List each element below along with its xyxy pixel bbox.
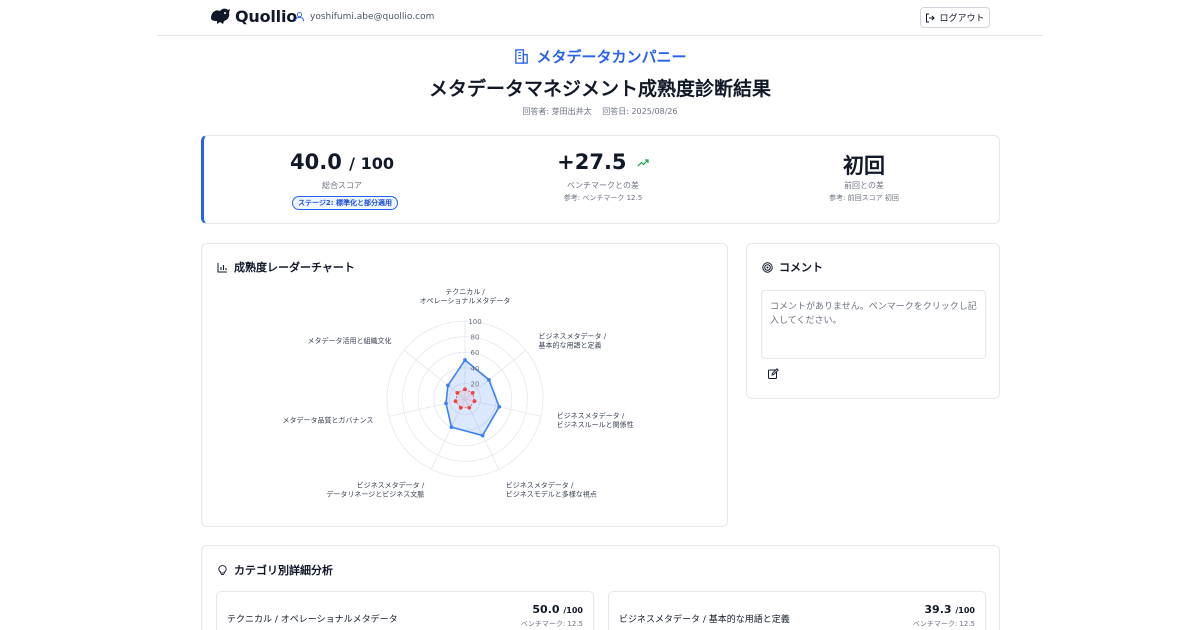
radar-point	[487, 377, 491, 382]
response-meta: 回答者: 芽田出井太 回答日: 2025/08/26	[0, 106, 1200, 117]
category-score: 50.0	[532, 603, 560, 616]
category-benchmark: ベンチマーク: 12.5	[912, 620, 975, 628]
quollio-logo[interactable]: Quollio	[209, 6, 297, 26]
category-item[interactable]: テクニカル / オペレーショナルメタデータ 50.0 /100 ベンチマーク: …	[216, 591, 594, 630]
radar-axis-label: メタデータ活用と組織文化	[308, 336, 392, 345]
radar-point	[458, 405, 463, 410]
target-icon	[762, 261, 773, 273]
user-info: yoshifumi.abe@quollio.com	[294, 11, 434, 22]
company-label: メタデータカンパニー	[536, 48, 687, 66]
radar-tick-label: 100	[468, 318, 481, 326]
radar-tick-label: 20	[471, 380, 480, 388]
comment-card: コメント コメントがありません。ペンマークをクリックし記入してください。	[746, 243, 1000, 399]
radar-axis-label-line: ビジネスメタデータ /	[506, 481, 574, 490]
total-score-label: 総合スコア	[322, 181, 362, 190]
category-benchmark: ベンチマーク: 12.5	[520, 620, 583, 628]
radar-axis-label-line: オペレーショナルメタデータ	[420, 296, 511, 305]
radar-point	[463, 387, 467, 392]
radar-axis-label: ビジネスメタデータ /ビジネスルールと関係性	[557, 411, 634, 429]
radar-axis-label-line: ビジネスルールと関係性	[557, 420, 634, 429]
radar-point	[446, 383, 450, 388]
page-title: メタデータマネジメント成熟度診断結果	[428, 78, 771, 100]
category-score-max: /100	[955, 606, 975, 615]
category-analysis-card: カテゴリ別詳細分析 テクニカル / オペレーショナルメタデータ 50.0 /10…	[201, 545, 1000, 630]
quollio-logo-icon	[211, 8, 230, 24]
total-score-max: / 100	[349, 154, 394, 173]
category-item[interactable]: ビジネスメタデータ / 基本的な用語と定義 39.3 /100 ベンチマーク: …	[608, 591, 986, 630]
respondent: 回答者: 芽田出井太	[522, 107, 592, 116]
radar-point	[444, 401, 448, 406]
total-score: 40.0 / 100 総合スコア ステージ2: 標準化と部分適用	[209, 136, 475, 225]
category-score-max: /100	[563, 606, 583, 615]
radar-axis-label-line: ビジネスメタデータ /	[357, 481, 425, 490]
radar-point	[480, 433, 485, 438]
edit-pen-icon[interactable]	[767, 368, 779, 380]
radar-point	[463, 358, 467, 362]
benchmark-diff: +27.5 ベンチマークとの差 参考: ベンチマーク 12.5	[470, 136, 736, 225]
radar-point	[453, 399, 458, 404]
previous-diff-label: 前回との差	[844, 181, 884, 190]
radar-axis-label: ビジネスメタデータ /基本的な用語と定義	[538, 331, 606, 349]
radar-axis-label-line: ビジネスメタデータ /	[557, 411, 625, 420]
logout-label: ログアウト	[939, 14, 985, 24]
radar-tick-label: 60	[471, 349, 480, 357]
comment-card-title: コメント	[779, 261, 823, 274]
radar-axis-label: ビジネスメタデータ /データリネージとビジネス文脈	[326, 481, 425, 499]
benchmark-ref: 参考: ベンチマーク 12.5	[563, 194, 643, 202]
radar-point	[470, 391, 475, 395]
category-name: ビジネスメタデータ / 基本的な用語と定義	[619, 615, 790, 625]
radar-point	[467, 405, 472, 410]
radar-axis-label-line: データリネージとビジネス文脈	[326, 490, 424, 499]
radar-axis-label: ビジネスメタデータ /ビジネスモデルと多様な視点	[506, 481, 597, 499]
benchmark-diff-label: ベンチマークとの差	[567, 181, 639, 190]
category-card-header: カテゴリ別詳細分析	[217, 562, 333, 578]
benchmark-diff-value: +27.5	[557, 150, 627, 174]
category-card-title: カテゴリ別詳細分析	[234, 564, 333, 577]
radar-axis-label: テクニカル /オペレーショナルメタデータ	[420, 288, 511, 305]
radar-point	[455, 391, 460, 395]
response-date: 回答日: 2025/08/26	[602, 107, 678, 116]
radar-point	[449, 425, 454, 430]
radar-point	[497, 404, 502, 409]
logout-button[interactable]: ログアウト	[920, 7, 990, 28]
radar-axis-label-line: ビジネスモデルと多様な視点	[506, 490, 597, 499]
radar-axis-label-line: メタデータ品質とガバナンス	[282, 415, 373, 424]
category-score: 39.3	[924, 603, 952, 616]
logout-icon	[926, 13, 936, 22]
stage-badge: ステージ2: 標準化と部分適用	[292, 196, 398, 210]
company-name: メタデータカンパニー	[0, 46, 1200, 67]
comment-text: コメントがありません。ペンマークをクリックし記入してください。	[761, 290, 986, 359]
previous-ref: 参考: 前回スコア 初回	[829, 194, 899, 202]
radar-axis-label-line: ビジネスメタデータ /	[538, 331, 606, 340]
radar-point	[472, 399, 477, 404]
logo-text: Quollio	[235, 6, 298, 26]
previous-diff: 初回 前回との差 参考: 前回スコア 初回	[731, 136, 997, 225]
top-bar: Quollio yoshifumi.abe@quollio.com ログアウト	[157, 0, 1043, 36]
building-icon	[515, 49, 529, 64]
trending-up-icon	[637, 159, 649, 167]
radar-axis-label-line: テクニカル /	[445, 288, 485, 296]
radar-axis-label: メタデータ品質とガバナンス	[282, 415, 373, 424]
category-name: テクニカル / オペレーショナルメタデータ	[227, 615, 398, 625]
score-summary-card: 40.0 / 100 総合スコア ステージ2: 標準化と部分適用 +27.5 ベ…	[201, 135, 1000, 224]
radar-axis-label-line: メタデータ活用と組織文化	[308, 336, 392, 345]
radar-axis-label-line: 基本的な用語と定義	[538, 340, 601, 349]
previous-diff-value: 初回	[843, 154, 885, 178]
comment-card-header: コメント	[762, 259, 823, 275]
radar-chart-card: 成熟度レーダーチャート 20 40 60 80 100 テクニカル /オペレーショナルメタ…	[201, 243, 728, 527]
radar-chart: 20 40 60 80 100 テクニカル /オペレーショナルメタデータビジネスメタデータ…	[282, 288, 634, 499]
user-email: yoshifumi.abe@quollio.com	[310, 11, 435, 22]
radar-tick-label: 80	[471, 334, 480, 342]
radar-tick-label: 40	[471, 365, 480, 373]
user-icon	[294, 12, 305, 22]
lightbulb-icon	[218, 564, 227, 575]
total-score-value: 40.0	[290, 150, 342, 174]
